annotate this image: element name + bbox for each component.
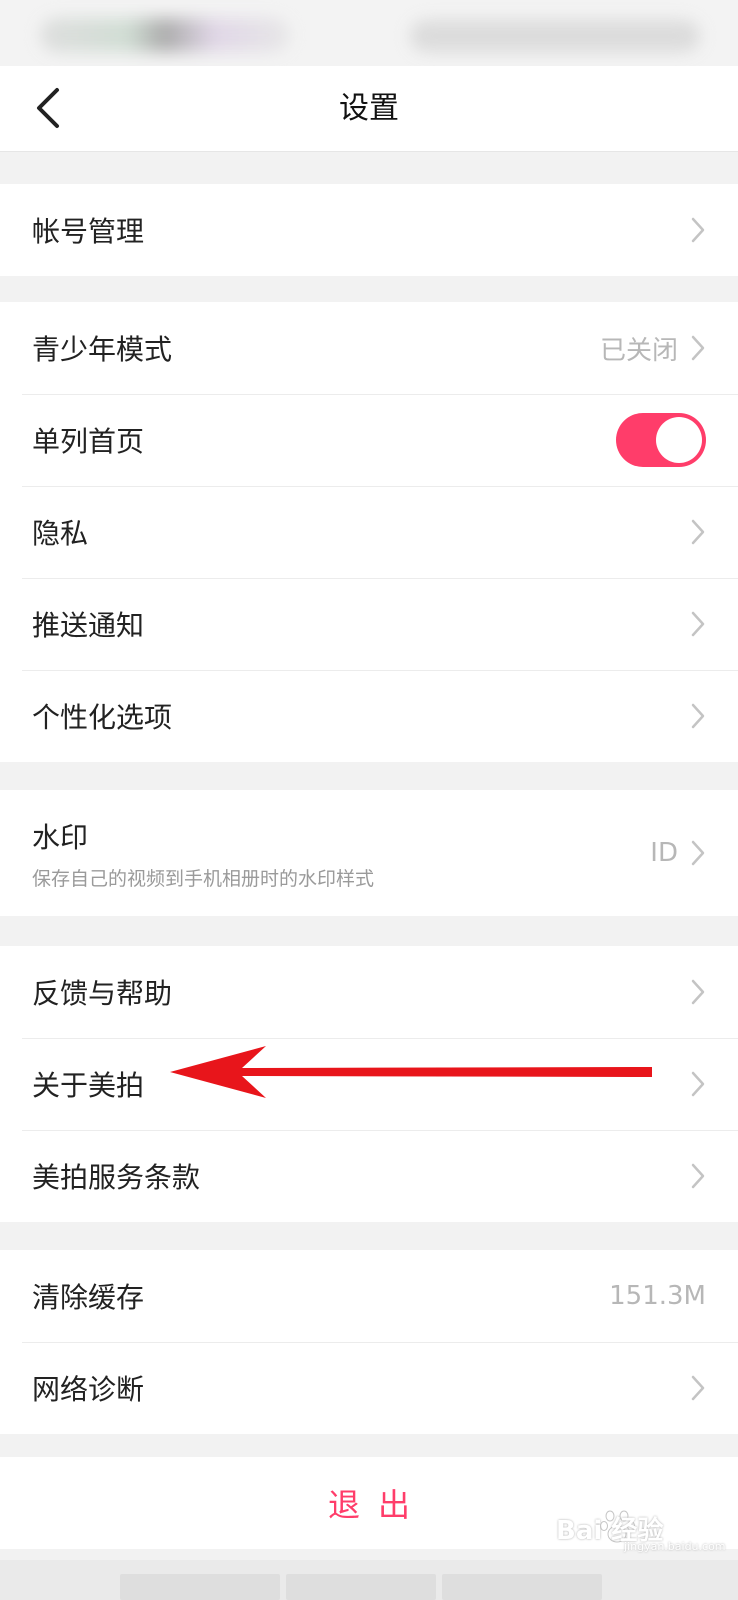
chevron-right-icon — [691, 1163, 705, 1189]
nav-bar: 设置 — [0, 66, 738, 152]
row-watermark[interactable]: 水印 保存自己的视频到手机相册时的水印样式 ID — [0, 790, 738, 916]
baidu-watermark: Bai 经验 jingyan.baidu.com — [556, 1500, 736, 1556]
row-subtitle: 保存自己的视频到手机相册时的水印样式 — [32, 867, 375, 890]
status-bar-right-blur — [410, 20, 700, 52]
row-label: 推送通知 — [32, 609, 145, 642]
row-privacy[interactable]: 隐私 — [0, 486, 738, 578]
row-account-management[interactable]: 帐号管理 — [0, 184, 738, 276]
row-label: 水印 — [32, 820, 89, 854]
chevron-right-icon — [691, 840, 705, 866]
status-bar-left-blur — [40, 18, 290, 52]
status-bar — [0, 0, 738, 66]
row-value: ID — [650, 838, 678, 868]
row-value: 已关闭 — [599, 335, 678, 366]
chevron-right-icon — [691, 335, 705, 361]
toggle-knob — [656, 417, 702, 463]
strip-segment — [442, 1574, 602, 1600]
row-terms-of-service[interactable]: 美拍服务条款 — [0, 1130, 738, 1222]
chevron-right-icon — [691, 979, 705, 1005]
group-general: 青少年模式 已关闭 单列首页 隐私 推送通知 个性化选项 — [0, 302, 738, 762]
chevron-right-icon — [691, 703, 705, 729]
row-texts: 水印 保存自己的视频到手机相册时的水印样式 — [32, 816, 650, 891]
group-watermark: 水印 保存自己的视频到手机相册时的水印样式 ID — [0, 790, 738, 916]
back-arrow-icon — [37, 88, 59, 128]
row-label: 个性化选项 — [32, 701, 173, 734]
group-account: 帐号管理 — [0, 184, 738, 276]
row-teen-mode[interactable]: 青少年模式 已关闭 — [0, 302, 738, 394]
row-network-diagnostics[interactable]: 网络诊断 — [0, 1342, 738, 1434]
chevron-right-icon — [691, 1071, 705, 1097]
chevron-right-icon — [691, 611, 705, 637]
row-label: 单列首页 — [32, 425, 145, 458]
row-label: 反馈与帮助 — [32, 977, 173, 1010]
row-label: 隐私 — [32, 517, 89, 550]
strip-segment — [120, 1574, 280, 1600]
row-label: 清除缓存 — [32, 1281, 145, 1314]
row-feedback-help[interactable]: 反馈与帮助 — [0, 946, 738, 1038]
single-column-toggle[interactable] — [616, 413, 706, 467]
annotation-arrow-icon — [170, 1046, 652, 1098]
row-label: 美拍服务条款 — [32, 1161, 201, 1194]
row-single-column-home: 单列首页 — [0, 394, 738, 486]
row-label: 青少年模式 — [32, 333, 173, 366]
cache-size: 151.3M — [609, 1281, 706, 1311]
row-push-notifications[interactable]: 推送通知 — [0, 578, 738, 670]
bottom-strip — [0, 1560, 738, 1600]
chevron-right-icon — [691, 217, 705, 243]
group-tools: 清除缓存 151.3M 网络诊断 — [0, 1250, 738, 1434]
chevron-right-icon — [691, 1375, 705, 1401]
row-clear-cache[interactable]: 清除缓存 151.3M — [0, 1250, 738, 1342]
row-personalization[interactable]: 个性化选项 — [0, 670, 738, 762]
page-title: 设置 — [339, 91, 399, 126]
logout-label: 退出 — [327, 1486, 428, 1524]
chevron-right-icon — [691, 519, 705, 545]
row-label: 网络诊断 — [32, 1373, 145, 1406]
back-button[interactable] — [18, 78, 78, 138]
watermark-sub: jingyan.baidu.com — [624, 1540, 726, 1553]
row-label: 帐号管理 — [32, 215, 145, 248]
strip-segment — [286, 1574, 436, 1600]
